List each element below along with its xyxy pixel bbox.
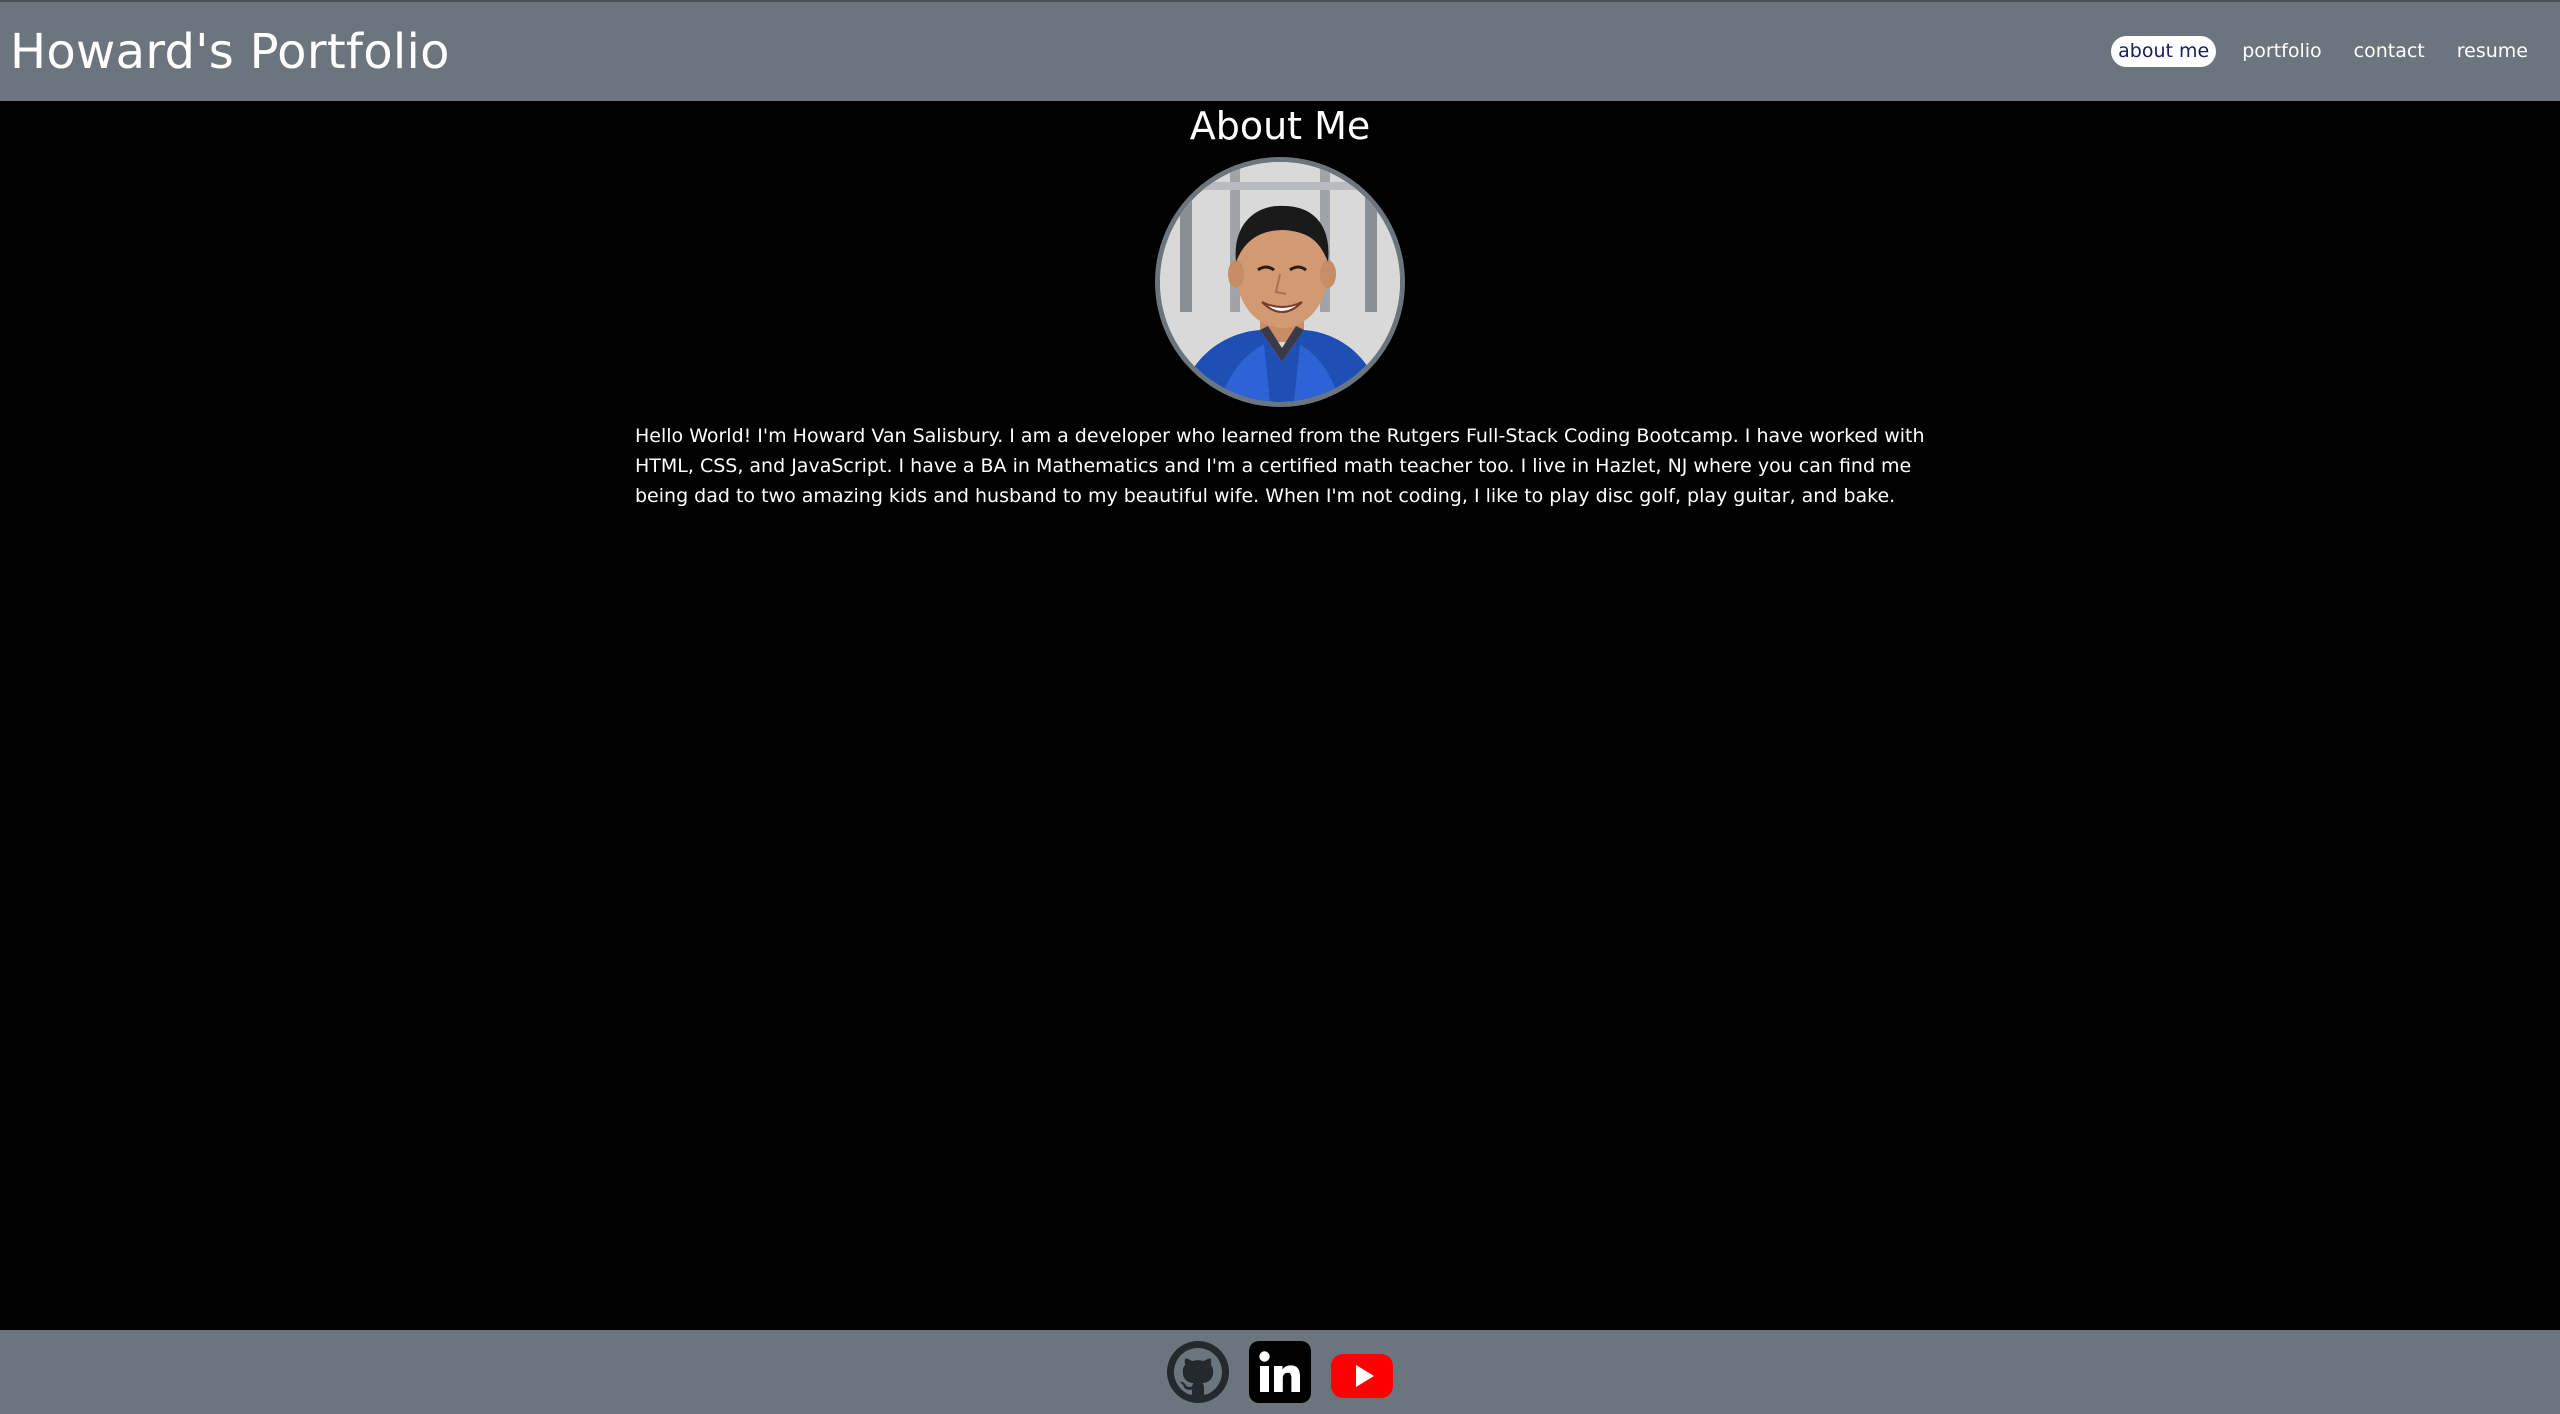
linkedin-icon [1249, 1341, 1311, 1403]
linkedin-link[interactable] [1248, 1340, 1312, 1404]
nav-contact[interactable]: contact [2348, 36, 2431, 67]
profile-photo [1155, 157, 1405, 407]
site-footer [0, 1330, 2560, 1414]
youtube-link[interactable] [1330, 1340, 1394, 1404]
main-nav: about me portfolio contact resume [2091, 36, 2534, 67]
youtube-icon [1331, 1354, 1393, 1398]
about-heading: About Me [1189, 104, 1371, 148]
site-header: Howard's Portfolio about me portfolio co… [0, 0, 2560, 101]
profile-photo-illustration [1160, 162, 1400, 402]
github-icon [1167, 1341, 1229, 1403]
github-link[interactable] [1166, 1340, 1230, 1404]
main-content: About Me Hello World! I'm Howard Van Sal… [0, 101, 2560, 1330]
nav-resume[interactable]: resume [2451, 36, 2534, 67]
nav-about-me[interactable]: about me [2111, 36, 2217, 67]
page: Howard's Portfolio about me portfolio co… [0, 0, 2560, 1414]
bio-paragraph: Hello World! I'm Howard Van Salisbury. I… [635, 425, 1925, 507]
site-title: Howard's Portfolio [10, 23, 450, 80]
nav-portfolio[interactable]: portfolio [2236, 36, 2327, 67]
